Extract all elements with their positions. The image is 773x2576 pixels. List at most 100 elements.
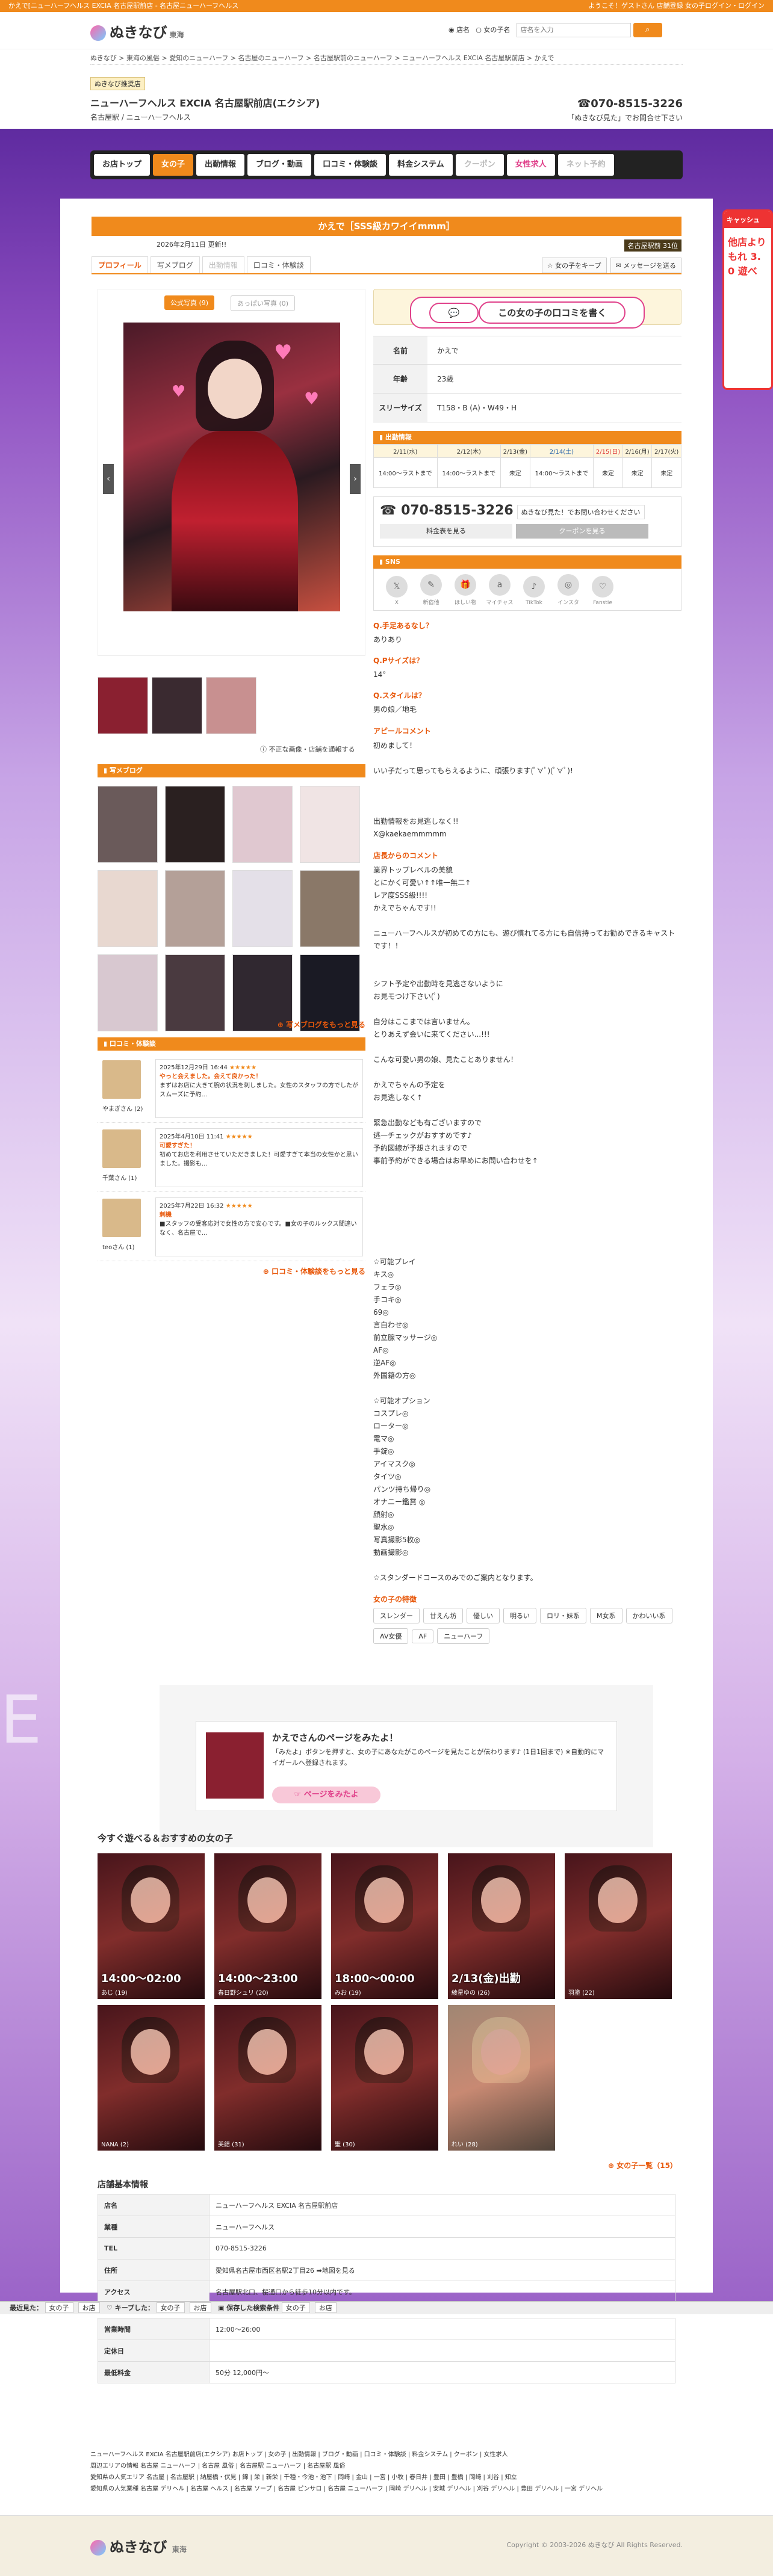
history-girl[interactable]: 女の子: [45, 2302, 73, 2313]
saved-shop[interactable]: お店: [314, 2302, 337, 2313]
nav-blog[interactable]: ブログ・動画: [247, 154, 312, 176]
info-value[interactable]: ニューハーフヘルス EXCIA 名古屋駅前店: [209, 2194, 675, 2216]
footer-shop-links[interactable]: ニューハーフヘルス EXCIA 名古屋駅前店(エクシア) お店トップ | 女の子…: [90, 2431, 683, 2460]
feature-tag[interactable]: M女系: [590, 1607, 622, 1623]
footer-logo[interactable]: ぬきなび 東海: [90, 2535, 187, 2556]
footer-links: ニューハーフヘルス EXCIA 名古屋駅前店(エクシア) お店トップ | 女の子…: [0, 2431, 773, 2515]
site-logo[interactable]: ぬきなび 東海: [90, 20, 184, 42]
footer-popular-areas[interactable]: 愛知県の人気エリア 名古屋 | 名古屋駅 | 納屋橋・伏見 | 錦 | 栄 | …: [90, 2472, 683, 2483]
girl-card[interactable]: 美結 (31): [214, 2005, 321, 2151]
pencil-icon: ✎: [420, 574, 442, 596]
tab-blog[interactable]: 写メブログ: [150, 256, 200, 273]
girl-card[interactable]: 14:00～23:00 春日野シュリ (20): [214, 1853, 321, 1999]
photo-thumb[interactable]: [98, 677, 148, 734]
keep-shop[interactable]: お店: [189, 2302, 211, 2313]
girl-list-link-text: 女の子一覧（15）: [616, 2161, 677, 2170]
price-list-button[interactable]: 料金表を見る: [380, 524, 512, 539]
nav-shop-top[interactable]: お店トップ: [94, 154, 151, 176]
footer-area-links[interactable]: 周辺エリアの情報 名古屋 ニューハーフ | 名古屋 風俗 | 名古屋駅 ニューハ…: [90, 2460, 683, 2472]
blog-thumb[interactable]: [300, 786, 360, 863]
feature-tag[interactable]: ロリ・妹系: [540, 1607, 586, 1623]
blog-thumb[interactable]: [300, 870, 360, 947]
tab-profile[interactable]: プロフィール: [92, 256, 148, 273]
write-review-button[interactable]: 💬 この女の子の口コミを書く: [409, 297, 645, 329]
main-photo[interactable]: ♥ ♥ ♥: [123, 323, 340, 611]
nav-schedule[interactable]: 出勤情報: [196, 154, 245, 176]
feature-tag[interactable]: 甘えん坊: [423, 1607, 463, 1623]
reviews-more-link[interactable]: ⊕ 口コミ・体験談をもっと見る: [98, 1266, 365, 1276]
gallery-tab-extra[interactable]: あっぱい写真 (0): [231, 295, 296, 311]
shop-tel[interactable]: ☎070-8515-3226 「ぬきなび見た」でお問合せ下さい: [567, 97, 683, 123]
nav-price[interactable]: 料金システム: [389, 154, 453, 176]
blog-thumb[interactable]: [98, 870, 158, 947]
blog-thumb[interactable]: [165, 786, 225, 863]
footer-popular-genres[interactable]: 愛知県の人気業種 名古屋 デリヘル | 名古屋 ヘルス | 名古屋 ソープ | …: [90, 2483, 683, 2495]
feature-tag[interactable]: 優しい: [467, 1607, 500, 1623]
review-item[interactable]: teoさん (1) 2025年7月22日 16:32 ★★★★★ 刺機 ■スタッフの受…: [98, 1194, 365, 1261]
keep-girl[interactable]: 女の子: [156, 2302, 185, 2313]
blog-more-link[interactable]: ⊕ 写メブログをもっと見る: [98, 1019, 365, 1030]
mychas-link[interactable]: a マイチャス: [485, 574, 514, 606]
girl-card[interactable]: れい (28): [448, 2005, 555, 2151]
nav-reviews[interactable]: 口コミ・体験談: [314, 154, 386, 176]
blog-thumb[interactable]: [165, 870, 225, 947]
instagram-link[interactable]: ◎ インスタ: [554, 574, 583, 606]
gallery-tab-official[interactable]: 公式写真 (9): [164, 295, 215, 310]
blog-thumb[interactable]: [98, 786, 158, 863]
tab-reviews[interactable]: 口コミ・体験談: [246, 256, 311, 273]
report-link[interactable]: ⓘ 不正な画像・店舗を通報する: [260, 744, 355, 754]
girl-card[interactable]: 2/13(金)出勤 綾星ゆの (26): [448, 1853, 555, 1999]
keep-button[interactable]: ☆ 女の子をキープ: [541, 258, 607, 273]
nav-reserve[interactable]: ネット予約: [557, 154, 614, 176]
saved-girl[interactable]: 女の子: [281, 2302, 310, 2313]
top-strip-right[interactable]: ようこそ！ゲストさん 店舗登録 女の子ログイン・ログイン: [588, 0, 765, 12]
feature-tag[interactable]: 明るい: [503, 1607, 536, 1623]
nav-girls[interactable]: 女の子: [153, 154, 194, 176]
blog-link[interactable]: ✎ 新宿他: [417, 574, 445, 606]
breadcrumb[interactable]: ぬきなび > 東海の風俗 > 愛知のニューハーフ > 名古屋のニューハーフ > …: [90, 53, 683, 65]
mitai-button[interactable]: ☞ ページをみたよ: [272, 1787, 380, 1803]
message-button[interactable]: ✉ メッセージを送る: [610, 258, 681, 273]
tiktok-link[interactable]: ♪ TikTok: [520, 576, 548, 606]
review-item[interactable]: やまぎさん (2) 2025年12月29日 16:44 ★★★★★ やっと会えました…: [98, 1055, 365, 1123]
photo-thumb[interactable]: [206, 677, 256, 734]
fansite-link[interactable]: ♡ Fanstie: [588, 576, 617, 606]
tab-schedule[interactable]: 出勤情報: [202, 256, 244, 273]
appeal-text: 初めまして！ いい子だって思ってもらえるように、頑張ります(ﾟ∀ﾟ)(ﾟ∀ﾟ)!…: [373, 741, 573, 838]
search-input[interactable]: [516, 23, 631, 37]
info-value[interactable]: 愛知県名古屋市西区名駅2丁目26 ➡地図を見る: [209, 2259, 675, 2281]
coupon-button[interactable]: クーポンを見る: [516, 524, 648, 539]
history-shop[interactable]: お店: [78, 2302, 100, 2313]
keep-label: キープした：: [114, 2304, 155, 2312]
girl-list-link[interactable]: ⊕ 女の子一覧（15）: [608, 2160, 677, 2170]
profile-row: スリーサイズ T158・B (A)・W49・H: [373, 394, 681, 422]
girl-card[interactable]: 14:00～02:00 あじ (19): [98, 1853, 205, 1999]
prev-photo-button[interactable]: ‹: [103, 464, 114, 494]
nav-coupon[interactable]: クーポン: [455, 154, 504, 176]
next-photo-button[interactable]: ›: [350, 464, 361, 494]
review-headline: 可愛すぎた！: [160, 1143, 196, 1149]
photo-thumb[interactable]: [152, 677, 202, 734]
side-banner-ad[interactable]: キャッシュ 他店より もれ 3. 0 遊べ: [722, 209, 773, 390]
nav-recruit[interactable]: 女性求人: [506, 154, 555, 176]
search-radio-shop[interactable]: ◉ 店名: [449, 26, 470, 34]
schedule-time: 未定: [651, 457, 681, 488]
saved-label: 保存した検索条件: [226, 2304, 280, 2312]
feature-tag[interactable]: かわいい系: [626, 1607, 672, 1623]
blog-thumb[interactable]: [232, 786, 293, 863]
feature-tag[interactable]: AV女優: [373, 1628, 409, 1644]
feature-tag[interactable]: ニューハーフ: [437, 1628, 490, 1644]
blog-thumb[interactable]: [232, 870, 293, 947]
search-button[interactable]: ⌕: [633, 23, 662, 37]
contact-tel[interactable]: ☎ 070-8515-3226: [380, 503, 514, 518]
girl-card[interactable]: 羽塗 (22): [565, 1853, 672, 1999]
wishlist-link[interactable]: 🎁 ほしい物: [451, 574, 480, 606]
x-link[interactable]: 𝕏X: [382, 576, 411, 606]
feature-tag[interactable]: AF: [412, 1629, 434, 1643]
review-item[interactable]: 千葉さん (1) 2025年4月10日 11:41 ★★★★★ 可愛すぎた！ 初めてお…: [98, 1125, 365, 1192]
girl-card[interactable]: 18:00～00:00 みお (19): [331, 1853, 438, 1999]
girl-card[interactable]: NANA (2): [98, 2005, 205, 2151]
search-radio-girl[interactable]: ○ 女の子名: [476, 26, 510, 34]
feature-tag[interactable]: スレンダー: [373, 1607, 420, 1623]
girl-card[interactable]: 聖 (30): [331, 2005, 438, 2151]
